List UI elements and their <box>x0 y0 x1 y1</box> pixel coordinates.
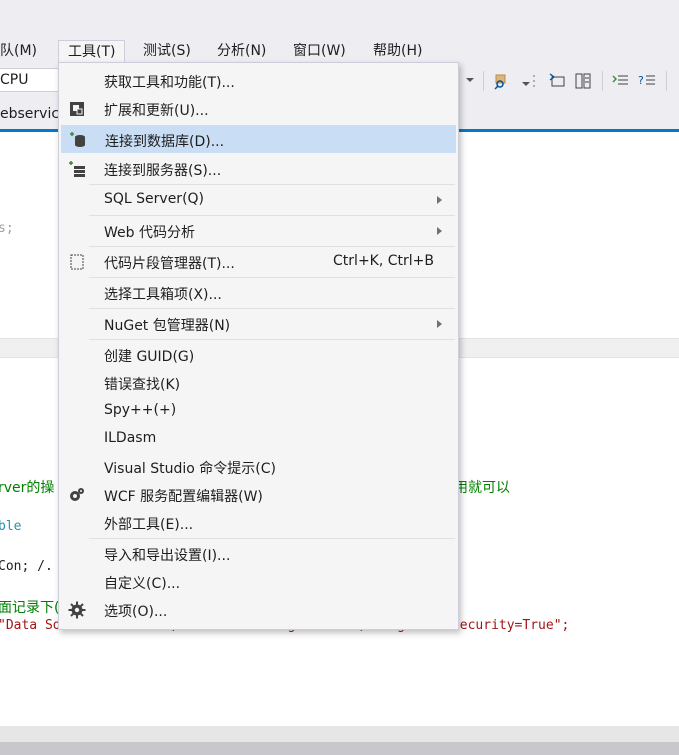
platform-dropdown[interactable]: CPU <box>0 68 60 92</box>
status-strip <box>0 742 679 755</box>
code-comment: 面记录下( <box>0 600 60 616</box>
menu-item-label: Visual Studio 命令提示(C) <box>104 461 276 477</box>
menu-item-extensions[interactable]: 扩展和更新(U)... <box>61 95 456 123</box>
menu-separator <box>89 246 455 247</box>
title-area <box>0 0 679 37</box>
menu-item-label: 扩展和更新(U)... <box>104 103 209 119</box>
menu-item-label: Web 代码分析 <box>104 225 195 241</box>
database-connect-icon <box>70 132 85 147</box>
submenu-arrow-icon <box>437 196 442 204</box>
menu-item-spy[interactable]: Spy++(+) <box>61 397 456 425</box>
menu-window[interactable]: 窗口(W) <box>284 40 355 64</box>
extensions-icon <box>70 102 84 116</box>
layout-icon[interactable] <box>574 72 592 90</box>
menu-item-label: ILDasm <box>104 430 157 446</box>
menu-bar: 队(M) 工具(T) 测试(S) 分析(N) 窗口(W) 帮助(H) <box>0 37 679 65</box>
menu-item-label: WCF 服务配置编辑器(W) <box>104 489 263 505</box>
menu-item-import-export-settings[interactable]: 导入和导出设置(I)... <box>61 540 456 568</box>
snippet-icon <box>70 254 84 270</box>
menu-tools[interactable]: 工具(T) <box>58 40 126 64</box>
menu-item-label: 创建 GUID(G) <box>104 349 195 365</box>
menu-item-label: 连接到数据库(D)... <box>105 134 225 150</box>
code-comment: 用就可以 <box>454 480 510 496</box>
toolbar-separator <box>483 71 484 91</box>
menu-item-label: 错误查找(K) <box>104 377 181 393</box>
toolbar-separator <box>602 71 603 91</box>
grip-icon <box>533 75 535 87</box>
server-connect-icon <box>69 161 85 177</box>
menu-separator <box>89 339 455 340</box>
menu-item-label: 导入和导出设置(I)... <box>104 548 231 564</box>
menu-item-error-lookup[interactable]: 错误查找(K) <box>61 369 456 397</box>
menu-team[interactable]: 队(M) <box>0 40 46 64</box>
wcf-gear-icon <box>70 488 84 501</box>
menu-item-create-guid[interactable]: 创建 GUID(G) <box>61 341 456 369</box>
menu-item-label: 选择工具箱项(X)... <box>104 287 222 303</box>
menu-separator <box>89 184 455 185</box>
menu-item-label: Spy++(+) <box>104 402 177 418</box>
chevron-down-icon[interactable] <box>466 78 474 82</box>
submenu-arrow-icon <box>437 320 442 328</box>
platform-label: CPU <box>0 72 29 88</box>
gear-icon <box>68 601 86 619</box>
menu-separator <box>89 215 455 216</box>
menu-item-label: 外部工具(E)... <box>104 517 194 533</box>
menu-item-external-tools[interactable]: 外部工具(E)... <box>61 509 456 537</box>
menu-item-vs-command-prompt[interactable]: Visual Studio 命令提示(C) <box>61 453 456 481</box>
menu-item-connect-database[interactable]: 连接到数据库(D)... <box>61 125 456 153</box>
comment-lines-icon[interactable] <box>612 72 630 90</box>
find-in-files-icon[interactable] <box>493 72 511 90</box>
menu-separator <box>89 308 455 309</box>
menu-item-label: 自定义(C)... <box>104 576 181 592</box>
horizontal-scrollbar[interactable] <box>0 726 679 742</box>
menu-test[interactable]: 测试(S) <box>134 40 200 64</box>
menu-item-snippets-manager[interactable]: 代码片段管理器(T)... Ctrl+K, Ctrl+B <box>61 248 456 276</box>
tools-menu: 获取工具和功能(T)... 扩展和更新(U)... 连接到数据库(D)... 连… <box>58 62 459 630</box>
menu-item-options[interactable]: 选项(O)... <box>61 596 456 624</box>
menu-item-nuget[interactable]: NuGet 包管理器(N) <box>61 310 456 338</box>
menu-separator <box>89 538 455 539</box>
menu-item-wcf-config-editor[interactable]: WCF 服务配置编辑器(W) <box>61 481 456 509</box>
menu-item-choose-toolbox-items[interactable]: 选择工具箱项(X)... <box>61 279 456 307</box>
indent-icon[interactable] <box>548 72 566 90</box>
menu-item-label: 获取工具和功能(T)... <box>104 75 235 91</box>
menu-separator <box>89 277 455 278</box>
menu-item-label: 代码片段管理器(T)... <box>104 256 235 272</box>
menu-item-connect-server[interactable]: 连接到服务器(S)... <box>61 155 456 183</box>
menu-item-web-code-analysis[interactable]: Web 代码分析 <box>61 217 456 245</box>
code-line: s; <box>0 221 14 236</box>
code-comment: rver的操 <box>0 480 55 496</box>
menu-item-customize[interactable]: 自定义(C)... <box>61 568 456 596</box>
menu-item-label: 选项(O)... <box>104 604 168 620</box>
uncomment-lines-icon[interactable]: ? <box>638 72 656 90</box>
submenu-arrow-icon <box>437 227 442 235</box>
menu-help[interactable]: 帮助(H) <box>364 40 431 64</box>
menu-item-label: SQL Server(Q) <box>104 191 205 207</box>
menu-item-ildasm[interactable]: ILDasm <box>61 425 456 453</box>
menu-item-shortcut: Ctrl+K, Ctrl+B <box>333 253 434 269</box>
svg-text:?: ? <box>638 74 644 87</box>
menu-analyze[interactable]: 分析(N) <box>208 40 275 64</box>
menu-item-label: 连接到服务器(S)... <box>104 163 222 179</box>
menu-item-get-tools[interactable]: 获取工具和功能(T)... <box>61 67 456 95</box>
code-line: Con; /. <box>0 559 53 574</box>
document-tab[interactable]: ebservic <box>0 106 59 122</box>
menu-item-sql-server[interactable]: SQL Server(Q) <box>61 186 456 214</box>
toolbar-separator <box>666 71 667 91</box>
code-line: ble <box>0 519 22 534</box>
menu-item-label: NuGet 包管理器(N) <box>104 318 231 334</box>
